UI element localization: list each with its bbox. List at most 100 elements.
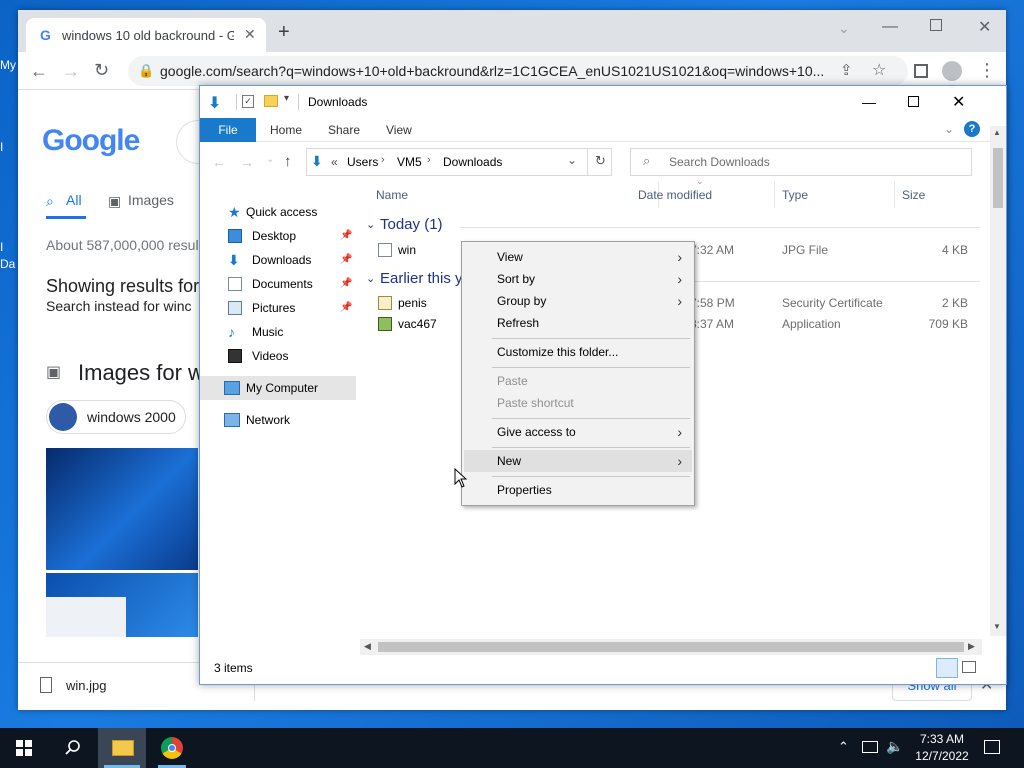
side-panel-icon[interactable] [914, 64, 928, 78]
desktop-icon-label[interactable]: I [0, 240, 3, 254]
omnibox[interactable]: 🔒 google.com/search?q=windows+10+old+bac… [128, 56, 908, 86]
start-button[interactable] [0, 728, 48, 768]
tab-file[interactable]: File [200, 118, 256, 142]
pin-icon[interactable]: 📌 [340, 224, 352, 248]
scroll-thumb[interactable] [993, 148, 1003, 208]
menu-item-paste-shortcut[interactable]: Paste shortcut [464, 392, 692, 414]
properties-qat-icon[interactable]: ✓ [242, 95, 254, 108]
minimize-icon[interactable]: — [862, 94, 876, 110]
column-header-date[interactable]: Date modified [638, 188, 712, 202]
menu-item-customize-folder[interactable]: Customize this folder... [464, 341, 692, 363]
search-downloads-field[interactable]: ⌕ Search Downloads [630, 148, 972, 176]
menu-item-refresh[interactable]: Refresh [464, 312, 692, 334]
minimize-icon[interactable]: — [882, 18, 898, 36]
taskbar-file-explorer[interactable] [98, 728, 146, 768]
close-tab-icon[interactable]: ✕ [244, 26, 256, 43]
tab-view[interactable]: View [386, 123, 412, 137]
scroll-up-icon[interactable]: ▲ [993, 128, 1001, 137]
new-tab-icon[interactable]: + [278, 22, 290, 42]
nav-item-my-computer[interactable]: My Computer [200, 376, 356, 400]
image-result-thumbnail[interactable] [46, 573, 198, 637]
pin-icon[interactable]: 📌 [340, 296, 352, 320]
breadcrumb-overflow[interactable]: « [331, 155, 338, 169]
nav-item-downloads[interactable]: ⬇ Downloads 📌 [200, 248, 356, 272]
tab-images[interactable]: Images [128, 192, 174, 208]
collapse-group-icon[interactable]: ⌄ [366, 272, 375, 285]
scroll-left-icon[interactable]: ◀ [364, 641, 371, 652]
reload-icon[interactable]: ↻ [94, 61, 109, 79]
desktop-icon-label[interactable]: I [0, 140, 3, 154]
nav-item-videos[interactable]: Videos [200, 344, 356, 368]
google-logo[interactable]: Google [42, 124, 140, 158]
details-view-icon[interactable] [936, 658, 958, 678]
clock[interactable]: 7:33 AM 12/7/2022 [912, 731, 972, 765]
column-header-size[interactable]: Size [902, 188, 925, 202]
ribbon-expand-icon[interactable]: ⌄ [944, 122, 954, 136]
close-window-icon[interactable]: ✕ [952, 92, 965, 112]
new-folder-qat-icon[interactable] [264, 95, 278, 107]
large-icons-view-icon[interactable] [962, 661, 976, 673]
group-header-earlier[interactable]: Earlier this y [380, 270, 463, 287]
nav-item-network[interactable]: Network [200, 408, 356, 432]
download-filename[interactable]: win.jpg [66, 678, 106, 693]
vertical-scrollbar[interactable]: ▲ ▼ [990, 126, 1006, 636]
menu-item-properties[interactable]: Properties [464, 479, 692, 501]
nav-item-quick-access[interactable]: ★ Quick access [200, 200, 356, 224]
profile-avatar-icon[interactable] [942, 61, 962, 81]
share-icon[interactable]: ⇪ [840, 61, 853, 79]
address-bar[interactable]: ⬇ « Users › VM5 › Downloads ⌄ ↻ [306, 148, 612, 176]
tab-all[interactable]: All [66, 192, 82, 208]
menu-item-paste[interactable]: Paste [464, 370, 692, 392]
help-icon[interactable]: ? [964, 121, 980, 137]
qat-dropdown-icon[interactable]: ▾ [284, 93, 289, 104]
collapse-group-icon[interactable]: ⌄ [366, 218, 375, 231]
column-divider[interactable] [774, 182, 775, 208]
chevron-right-icon[interactable]: › [381, 154, 385, 166]
menu-item-sort-by[interactable]: Sort by › [464, 268, 692, 290]
menu-item-give-access[interactable]: Give access to › [464, 421, 692, 443]
desktop-icon-label[interactable]: Da [0, 257, 15, 271]
browser-tab[interactable]: G windows 10 old backround - Goo ✕ [26, 18, 266, 52]
breadcrumb-users[interactable]: Users [347, 155, 378, 169]
search-button[interactable] [48, 728, 96, 768]
breadcrumb-vm5[interactable]: VM5 [397, 155, 422, 169]
back-icon[interactable]: ← [212, 154, 226, 170]
refresh-icon[interactable]: ↻ [595, 153, 606, 169]
scroll-thumb[interactable] [378, 642, 964, 652]
maximize-icon[interactable] [930, 19, 942, 31]
column-header-type[interactable]: Type [782, 188, 808, 202]
forward-icon[interactable]: → [240, 154, 254, 170]
image-chip[interactable]: windows 2000 [46, 400, 186, 434]
forward-icon[interactable]: → [62, 62, 80, 80]
chevron-right-icon[interactable]: › [427, 154, 431, 166]
tab-home[interactable]: Home [270, 123, 302, 137]
menu-item-new[interactable]: New › [464, 450, 692, 472]
volume-icon[interactable]: 🔈 [886, 738, 903, 755]
desktop-icon-label[interactable]: My [0, 58, 16, 72]
tab-search-icon[interactable]: ⌄ [838, 20, 850, 37]
tray-overflow-icon[interactable]: ⌃ [838, 739, 849, 755]
maximize-icon[interactable] [908, 96, 919, 107]
group-header-today[interactable]: Today (1) [380, 216, 443, 233]
image-result-thumbnail[interactable] [46, 448, 198, 570]
column-header-name[interactable]: Name [376, 188, 408, 202]
nav-item-pictures[interactable]: Pictures 📌 [200, 296, 356, 320]
taskbar-chrome[interactable] [148, 728, 196, 768]
menu-item-group-by[interactable]: Group by › [464, 290, 692, 312]
nav-item-desktop[interactable]: Desktop 📌 [200, 224, 356, 248]
address-dropdown-icon[interactable]: ⌄ [567, 153, 577, 167]
quick-access-down-icon[interactable]: ⬇ [208, 93, 221, 113]
scroll-down-icon[interactable]: ▼ [993, 622, 1001, 631]
bookmark-star-icon[interactable]: ☆ [872, 60, 886, 80]
search-instead-link[interactable]: Search instead for winc [46, 298, 192, 314]
close-window-icon[interactable]: ✕ [978, 17, 991, 37]
pin-icon[interactable]: 📌 [340, 248, 352, 272]
network-status-icon[interactable] [862, 741, 878, 753]
menu-item-view[interactable]: View › [464, 246, 692, 268]
column-divider[interactable] [894, 182, 895, 208]
horizontal-scrollbar[interactable]: ◀ ▶ [360, 639, 982, 655]
scroll-right-icon[interactable]: ▶ [968, 641, 975, 652]
recent-dropdown-icon[interactable]: ⌄ [266, 154, 274, 165]
back-icon[interactable]: ← [30, 62, 48, 80]
notification-icon[interactable] [984, 740, 1000, 754]
